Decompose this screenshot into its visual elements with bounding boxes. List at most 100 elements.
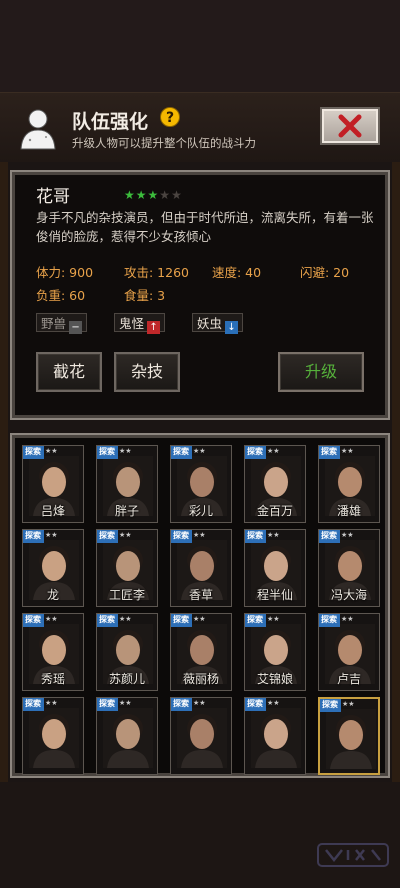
roster-card[interactable]: 探索 ★★ 冯大海 <box>318 529 380 607</box>
character-portrait <box>177 708 227 768</box>
skill-button-jiehua[interactable]: 截花 <box>36 352 102 392</box>
star-icon: ★ <box>124 188 136 202</box>
roster-card[interactable]: 探索 ★★ 潘雄 <box>318 445 380 523</box>
affinity-insect: 妖虫 ↓ <box>192 313 244 334</box>
roster-card[interactable]: 探索 ★★ 金百万 <box>244 445 306 523</box>
star-empty-icon: ★ <box>171 188 183 202</box>
explore-tag: 探索 <box>245 446 266 459</box>
card-star-rating: ★★ <box>45 531 58 539</box>
stat-speed: 速度: 40 <box>212 265 262 280</box>
roster-card-name: 潘雄 <box>336 504 361 518</box>
card-star-rating: ★★ <box>193 531 206 539</box>
roster-card-name: 彩儿 <box>188 504 213 518</box>
explore-tag: 探索 <box>97 446 118 459</box>
explore-tag: 探索 <box>319 446 340 459</box>
character-portrait <box>29 708 79 768</box>
close-icon <box>338 114 362 138</box>
explore-tag: 探索 <box>320 699 341 712</box>
affinity-label: 野兽 <box>41 316 67 331</box>
roster-card[interactable]: 探索 ★★ 彩儿 <box>170 445 232 523</box>
page-subtitle: 升级人物可以提升整个队伍的战斗力 <box>72 136 256 150</box>
roster-card[interactable]: 探索 ★★ 程半仙 <box>244 529 306 607</box>
right-rail <box>392 162 400 782</box>
watermark-logo <box>317 843 389 867</box>
card-star-rating: ★★ <box>341 531 354 539</box>
roster-card-name: 程半仙 <box>256 588 293 602</box>
character-portrait <box>251 708 301 768</box>
card-star-rating: ★★ <box>267 447 280 455</box>
roster-card-name: 吕烽 <box>40 504 65 518</box>
star-icon: ★ <box>135 188 148 202</box>
roster-card-name: 薇丽杨 <box>182 672 219 686</box>
roster-card[interactable]: 探索 ★★ <box>244 697 306 775</box>
affinity-beast: 野兽 − <box>36 313 88 334</box>
skill-button-zaji[interactable]: 杂技 <box>114 352 180 392</box>
card-star-rating: ★★ <box>45 615 58 623</box>
help-button[interactable]: ? <box>160 107 180 127</box>
roster-grid: 探索 ★★ 吕烽 探索 ★★ 胖子 探索 ★★ 彩儿 探索 ★★ 金百万 探索 ★★ 潘雄 探索 ★★ 龙探索 ★★… <box>10 433 390 778</box>
roster-card[interactable]: 探索 ★★ 香草 <box>170 529 232 607</box>
stat-food: 食量: 3 <box>124 288 166 303</box>
roster-card-name: 秀瑶 <box>40 672 65 686</box>
roster-card[interactable]: 探索 ★★ 工匠李 <box>96 529 158 607</box>
card-star-rating: ★★ <box>119 615 132 623</box>
roster-card[interactable]: 探索 ★★ 苏颜儿 <box>96 613 158 691</box>
roster-card[interactable]: 探索 ★★ 胖子 <box>96 445 158 523</box>
explore-tag: 探索 <box>245 698 266 711</box>
star-empty-icon: ★ <box>159 188 172 202</box>
roster-card-name: 胖子 <box>114 504 139 518</box>
roster-card[interactable]: 探索 ★★ <box>96 697 158 775</box>
page-title: 队伍强化 <box>72 111 149 133</box>
upgrade-button[interactable]: 升级 <box>278 352 364 392</box>
character-portrait <box>103 708 153 768</box>
explore-tag: 探索 <box>97 698 118 711</box>
card-star-rating: ★★ <box>267 531 280 539</box>
card-star-rating: ★★ <box>45 447 58 455</box>
roster-card[interactable]: 探索 ★★ 卢吉 <box>318 613 380 691</box>
roster-card[interactable]: 探索 ★★ 龙 <box>22 529 84 607</box>
card-star-rating: ★★ <box>45 699 58 707</box>
roster-card[interactable]: 探索 ★★ 艾锦娘 <box>244 613 306 691</box>
roster-card[interactable]: 探索 ★★ <box>318 697 380 775</box>
card-star-rating: ★★ <box>342 700 355 708</box>
character-star-rating: ★★★★★ <box>124 188 183 202</box>
character-info-panel: 花哥 ★★★★★ 身手不凡的杂技演员，但由于时代所迫，流离失所，有着一张俊俏的脸… <box>10 170 390 420</box>
character-description: 身手不凡的杂技演员，但由于时代所迫，流离失所，有着一张俊俏的脸庞，惹得不少女孩倾… <box>36 210 374 244</box>
card-star-rating: ★★ <box>193 615 206 623</box>
stat-hp: 体力: 900 <box>36 265 94 280</box>
roster-card[interactable]: 探索 ★★ <box>22 697 84 775</box>
roster-card[interactable]: 探索 ★★ 吕烽 <box>22 445 84 523</box>
stat-dodge: 闪避: 20 <box>300 265 350 280</box>
explore-tag: 探索 <box>23 446 44 459</box>
explore-tag: 探索 <box>97 614 118 627</box>
affinity-label: 妖虫 <box>197 316 223 331</box>
card-star-rating: ★★ <box>267 699 280 707</box>
card-star-rating: ★★ <box>119 531 132 539</box>
stat-attack: 攻击: 1260 <box>124 265 189 280</box>
roster-card-name: 香草 <box>188 588 213 602</box>
close-button[interactable] <box>320 107 380 145</box>
roster-card-name: 艾锦娘 <box>256 672 293 686</box>
roster-card[interactable]: 探索 ★★ 薇丽杨 <box>170 613 232 691</box>
card-star-rating: ★★ <box>119 699 132 707</box>
roster-card[interactable]: 探索 ★★ <box>170 697 232 775</box>
card-star-rating: ★★ <box>193 447 206 455</box>
neutral-icon: − <box>69 321 83 334</box>
left-rail <box>0 162 8 782</box>
explore-tag: 探索 <box>171 530 192 543</box>
explore-tag: 探索 <box>97 530 118 543</box>
card-star-rating: ★★ <box>341 447 354 455</box>
roster-card-name: 金百万 <box>256 504 293 518</box>
affinity-label: 鬼怪 <box>119 316 145 331</box>
roster-card-name: 冯大海 <box>330 588 367 602</box>
affinity-ghost: 鬼怪 ↑ <box>114 313 166 334</box>
roster-card-name: 苏颜儿 <box>108 672 145 686</box>
explore-tag: 探索 <box>23 614 44 627</box>
roster-card-name: 卢吉 <box>336 672 361 686</box>
character-portrait <box>326 709 376 769</box>
card-star-rating: ★★ <box>119 447 132 455</box>
top-band <box>0 0 400 92</box>
roster-card[interactable]: 探索 ★★ 秀瑶 <box>22 613 84 691</box>
header: 队伍强化 ? 升级人物可以提升整个队伍的战斗力 <box>0 92 400 162</box>
arrow-up-icon: ↑ <box>147 321 161 334</box>
